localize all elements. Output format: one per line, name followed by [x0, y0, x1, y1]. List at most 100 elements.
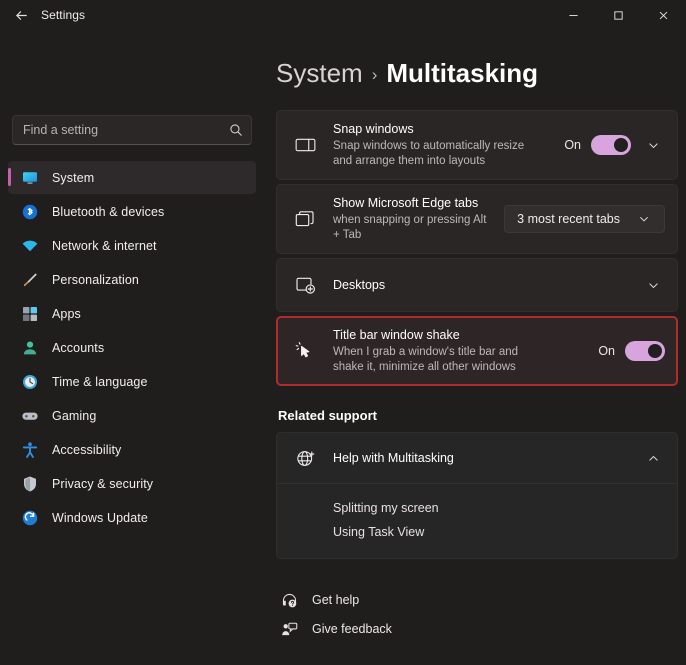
sidebar-item-label: Bluetooth & devices [52, 204, 165, 219]
feedback-icon [280, 620, 298, 638]
title-bar-window-shake-toggle[interactable] [625, 341, 665, 361]
close-icon [659, 11, 668, 19]
setting-card-edge-tabs[interactable]: Show Microsoft Edge tabs when snapping o… [276, 184, 678, 254]
chevron-down-icon [632, 207, 656, 231]
help-headset-icon [280, 591, 298, 609]
sidebar: System Bluetooth & devices [0, 30, 264, 665]
wifi-icon [20, 236, 39, 255]
sidebar-item-personalization[interactable]: Personalization [8, 263, 256, 296]
bluetooth-icon [20, 202, 39, 221]
update-refresh-icon [20, 508, 39, 527]
chevron-up-icon[interactable] [641, 446, 665, 470]
window-title: Settings [41, 8, 86, 22]
breadcrumb-parent[interactable]: System [276, 58, 363, 89]
sidebar-item-apps[interactable]: Apps [8, 297, 256, 330]
give-feedback-link[interactable]: Give feedback [280, 620, 678, 638]
sidebar-item-label: Personalization [52, 272, 139, 287]
breadcrumb: System › Multitasking [276, 58, 678, 89]
title-bar: Settings [0, 0, 686, 30]
sidebar-item-windows-update[interactable]: Windows Update [8, 501, 256, 534]
chevron-down-icon[interactable] [641, 133, 665, 157]
sidebar-item-system[interactable]: System [8, 161, 256, 194]
globe-help-icon [291, 445, 319, 471]
search-wrapper [8, 115, 256, 145]
desktop-add-icon [291, 272, 319, 298]
setting-title: Title bar window shake [333, 328, 460, 342]
maximize-icon [614, 10, 623, 20]
cursor-shake-icon [291, 338, 319, 364]
sidebar-item-label: Windows Update [52, 510, 148, 525]
setting-card-snap-windows[interactable]: Snap windows Snap windows to automatical… [276, 110, 678, 180]
get-help-label: Get help [312, 593, 360, 607]
sidebar-item-label: Accessibility [52, 442, 122, 457]
setting-card-controls [641, 273, 665, 297]
toggle-knob [614, 138, 628, 152]
search-box[interactable] [12, 115, 252, 145]
dropdown-selected-value: 3 most recent tabs [517, 212, 620, 226]
help-link-using-task-view[interactable]: Using Task View [277, 520, 677, 544]
sidebar-item-gaming[interactable]: Gaming [8, 399, 256, 432]
setting-card-text: Desktops [333, 277, 641, 294]
settings-card-list: Snap windows Snap windows to automatical… [276, 110, 678, 386]
setting-card-controls: On [598, 341, 665, 361]
minimize-icon [569, 14, 578, 16]
help-with-multitasking-card: Help with Multitasking Splitting my scre… [276, 432, 678, 559]
sidebar-item-label: Apps [52, 306, 81, 321]
get-help-link[interactable]: Get help [280, 591, 678, 609]
back-arrow-icon [15, 10, 27, 20]
shield-icon [20, 474, 39, 493]
sidebar-item-privacy-security[interactable]: Privacy & security [8, 467, 256, 500]
help-with-multitasking-header[interactable]: Help with Multitasking [277, 433, 677, 483]
sidebar-item-accounts[interactable]: Accounts [8, 331, 256, 364]
sidebar-item-time-language[interactable]: Time & language [8, 365, 256, 398]
setting-title: Show Microsoft Edge tabs [333, 196, 479, 210]
snap-windows-toggle[interactable] [591, 135, 631, 155]
toggle-knob [648, 344, 662, 358]
search-icon [229, 123, 243, 137]
close-button[interactable] [641, 0, 686, 30]
clock-icon [20, 372, 39, 391]
toggle-state-label: On [564, 138, 581, 152]
help-link-splitting-my-screen[interactable]: Splitting my screen [277, 496, 677, 520]
minimize-button[interactable] [551, 0, 596, 30]
setting-card-text: Snap windows Snap windows to automatical… [333, 121, 564, 169]
snap-layout-icon [291, 132, 319, 158]
setting-card-title-bar-window-shake[interactable]: Title bar window shake When I grab a win… [276, 316, 678, 386]
toggle-state-label: On [598, 344, 615, 358]
apps-grid-icon [20, 304, 39, 323]
sidebar-item-label: Gaming [52, 408, 97, 423]
sidebar-item-label: Network & internet [52, 238, 157, 253]
paintbrush-icon [20, 270, 39, 289]
breadcrumb-current: Multitasking [386, 58, 539, 88]
footer-links: Get help Give feedback [276, 591, 678, 638]
setting-card-text: Title bar window shake When I grab a win… [333, 327, 598, 375]
window-controls [551, 0, 686, 30]
setting-card-text: Show Microsoft Edge tabs when snapping o… [333, 195, 504, 243]
sidebar-item-accessibility[interactable]: Accessibility [8, 433, 256, 466]
main-content: System › Multitasking Snap windows Snap … [264, 30, 686, 665]
settings-window: Settings Find a setting System Bluetooth… [0, 0, 686, 665]
maximize-button[interactable] [596, 0, 641, 30]
help-links-list: Splitting my screen Using Task View [277, 483, 677, 558]
sidebar-item-label: Time & language [52, 374, 148, 389]
setting-card-desktops[interactable]: Desktops [276, 258, 678, 312]
related-support-heading: Related support [278, 408, 377, 423]
chevron-down-icon[interactable] [641, 273, 665, 297]
setting-subtitle: When I grab a window's title bar and sha… [333, 346, 519, 373]
back-button[interactable] [4, 1, 38, 29]
setting-card-controls: 3 most recent tabs [504, 205, 665, 233]
sidebar-item-label: Privacy & security [52, 476, 154, 491]
setting-subtitle: when snapping or pressing Alt + Tab [333, 214, 487, 241]
breadcrumb-separator-icon: › [371, 65, 378, 84]
setting-subtitle: Snap windows to automatically resize and… [333, 140, 525, 167]
help-with-multitasking-title: Help with Multitasking [333, 451, 454, 465]
person-icon [20, 338, 39, 357]
search-input[interactable] [23, 123, 229, 137]
sidebar-item-bluetooth-devices[interactable]: Bluetooth & devices [8, 195, 256, 228]
setting-title: Snap windows [333, 122, 414, 136]
sidebar-nav-list: System Bluetooth & devices Network & int… [8, 161, 256, 534]
sidebar-item-network-internet[interactable]: Network & internet [8, 229, 256, 262]
setting-card-controls: On [564, 133, 665, 157]
setting-title: Desktops [333, 277, 386, 292]
edge-tabs-dropdown[interactable]: 3 most recent tabs [504, 205, 665, 233]
